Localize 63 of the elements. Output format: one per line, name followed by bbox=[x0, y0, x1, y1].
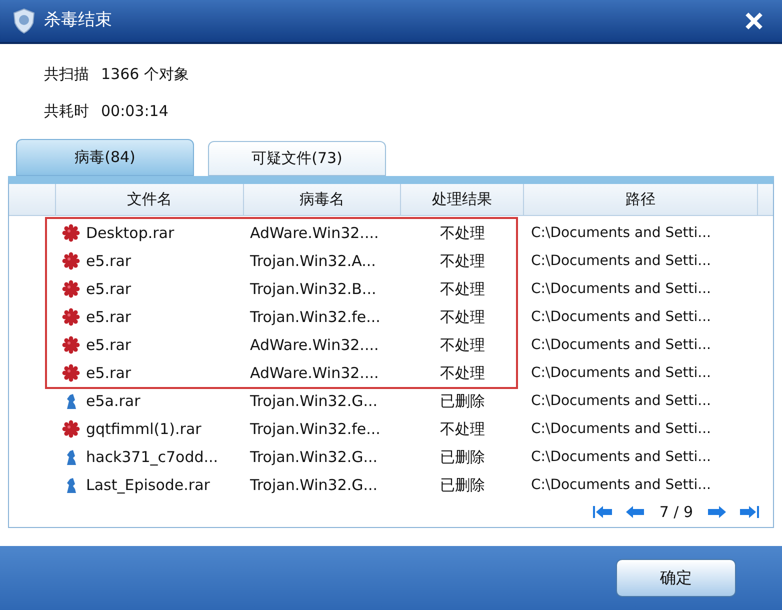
virus-icon bbox=[62, 252, 80, 270]
file-name: Desktop.rar bbox=[86, 222, 174, 244]
path-cell-text: C:\Documents and Setti... bbox=[530, 224, 712, 242]
file-name: e5.rar bbox=[86, 362, 132, 384]
tab[interactable]: 病毒(84) bbox=[16, 139, 194, 176]
shield-icon bbox=[12, 8, 36, 34]
virus-icon bbox=[62, 224, 80, 242]
result-cell-text: 不处理 bbox=[439, 278, 486, 300]
path-cell-text: C:\Documents and Setti... bbox=[530, 476, 712, 494]
column-header[interactable]: 文件名 bbox=[56, 184, 244, 215]
virus-name: Trojan.Win32.G... bbox=[249, 446, 379, 468]
path-cell-text: C:\Documents and Setti... bbox=[530, 336, 712, 354]
summary-value: 1366 个对象 bbox=[101, 64, 189, 85]
column-header[interactable]: 处理结果 bbox=[401, 184, 524, 215]
virus-name: AdWare.Win32.... bbox=[249, 334, 380, 356]
path-cell-text: C:\Documents and Setti... bbox=[530, 364, 712, 382]
result-cell-text: 已删除 bbox=[439, 446, 486, 468]
file-name: e5.rar bbox=[86, 334, 132, 356]
virus-name: Trojan.Win32.G... bbox=[249, 390, 379, 412]
path-cell-text: C:\Documents and Setti... bbox=[530, 448, 712, 466]
path-cell-text: C:\Documents and Setti... bbox=[530, 420, 712, 438]
file-name: e5.rar bbox=[86, 278, 132, 300]
path-cell-text: C:\Documents and Setti... bbox=[530, 308, 712, 326]
column-header[interactable]: 病毒名 bbox=[244, 184, 401, 215]
path-cell-text: C:\Documents and Setti... bbox=[530, 252, 712, 270]
result-cell-text: 不处理 bbox=[439, 334, 486, 356]
virus-icon bbox=[62, 420, 80, 438]
result-cell-text: 不处理 bbox=[439, 222, 486, 244]
virus-name: Trojan.Win32.fe... bbox=[249, 418, 382, 440]
summary-label: 共耗时 bbox=[44, 100, 89, 122]
file-name: e5.rar bbox=[86, 306, 132, 328]
virus-name: Trojan.Win32.B... bbox=[249, 278, 378, 300]
virus-name: AdWare.Win32.... bbox=[249, 222, 380, 244]
summary-label: 共扫描 bbox=[44, 64, 89, 85]
virus-name: Trojan.Win32.fe... bbox=[249, 306, 382, 328]
path-cell-text: C:\Documents and Setti... bbox=[530, 392, 712, 410]
virus-icon bbox=[62, 280, 80, 298]
result-cell-text: 不处理 bbox=[439, 362, 486, 384]
ok-button[interactable]: 确定 bbox=[616, 559, 736, 597]
last-page-icon[interactable] bbox=[737, 504, 761, 520]
window-title: 杀毒结束 bbox=[44, 9, 112, 32]
result-cell-text: 已删除 bbox=[439, 390, 486, 412]
virus-name: AdWare.Win32.... bbox=[249, 362, 380, 384]
virus-icon bbox=[62, 364, 80, 382]
summary-value: 00:03:14 bbox=[101, 100, 168, 122]
result-cell-text: 不处理 bbox=[439, 306, 486, 328]
tab[interactable]: 可疑文件(73) bbox=[208, 141, 386, 176]
virus-name: Trojan.Win32.G... bbox=[249, 474, 379, 496]
virus-icon bbox=[62, 308, 80, 326]
virus-icon bbox=[62, 336, 80, 354]
file-name: e5a.rar bbox=[86, 390, 140, 412]
file-name: hack371_c7odd... bbox=[86, 446, 218, 468]
result-cell-text: 不处理 bbox=[439, 250, 486, 272]
result-cell-text: 不处理 bbox=[439, 418, 486, 440]
file-name: Last_Episode.rar bbox=[86, 474, 210, 496]
path-cell-text: C:\Documents and Setti... bbox=[530, 280, 712, 298]
column-header[interactable]: 路径 bbox=[524, 184, 758, 215]
page-indicator: 7 / 9 bbox=[658, 502, 694, 522]
file-name: e5.rar bbox=[86, 250, 132, 272]
result-cell-text: 已删除 bbox=[439, 474, 486, 496]
file-name: gqtfimml(1).rar bbox=[86, 418, 202, 440]
virus-name: Trojan.Win32.A... bbox=[249, 250, 377, 272]
close-icon bbox=[744, 11, 764, 31]
